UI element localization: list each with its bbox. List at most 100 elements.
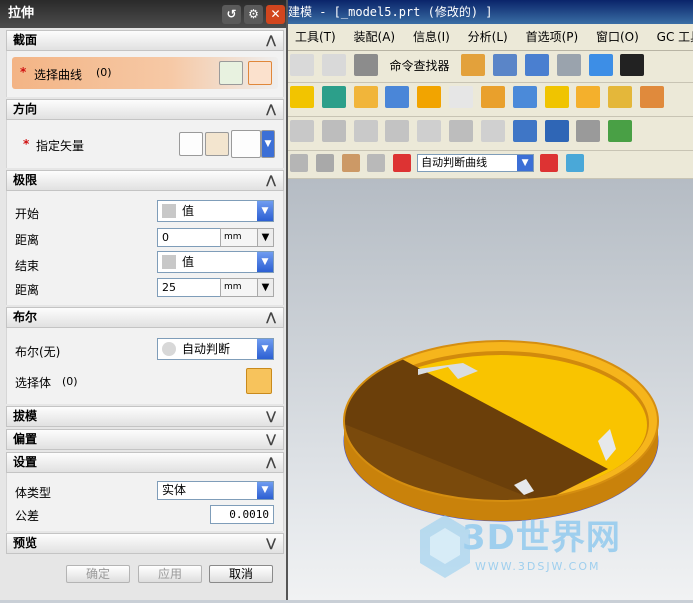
menu-preferences[interactable]: 首选项(P) xyxy=(519,24,586,50)
resize-blend-icon[interactable] xyxy=(480,120,505,142)
reset-icon[interactable]: ↺ xyxy=(222,5,241,24)
boolean-dropdown[interactable]: 自动判断 ▼ xyxy=(157,338,274,360)
preview-title: 预览 xyxy=(13,536,38,550)
section-header-offset[interactable]: 偏置 ⋁ xyxy=(6,429,284,450)
tolerance-input[interactable]: 0.0010 xyxy=(210,505,274,524)
limits-title: 极限 xyxy=(13,173,38,187)
vector-constructor-icon[interactable] xyxy=(205,132,229,156)
vector-type-icon[interactable] xyxy=(231,130,261,158)
menu-analysis[interactable]: 分析(L) xyxy=(461,24,515,50)
body-type-dropdown[interactable]: 实体 ▼ xyxy=(157,481,274,500)
add-icon[interactable] xyxy=(290,86,314,108)
section-body: * 选择曲线 (0) xyxy=(6,51,284,97)
start-type-value: 值 xyxy=(182,204,195,218)
ok-button[interactable]: 确定 xyxy=(66,565,130,583)
section-header-draft[interactable]: 拔模 ⋁ xyxy=(6,406,284,427)
required-star: * xyxy=(23,137,30,151)
gear-icon[interactable]: ⚙ xyxy=(244,5,263,24)
chevron-up-icon: ⋀ xyxy=(265,173,277,187)
move-face-icon[interactable] xyxy=(290,120,314,142)
start-type-dropdown[interactable]: 值 ▼ xyxy=(157,200,274,222)
select-filter-icon[interactable] xyxy=(290,154,308,172)
cylinder-icon[interactable] xyxy=(544,86,569,108)
point-icon[interactable] xyxy=(321,86,346,108)
auto-boolean-icon xyxy=(162,342,176,356)
render-style-icon[interactable] xyxy=(556,54,581,76)
start-distance-input[interactable]: 0 xyxy=(157,228,221,247)
intersection-icon[interactable] xyxy=(539,154,558,172)
replace-face-icon[interactable] xyxy=(385,120,410,142)
section-header-settings[interactable]: 设置 ⋀ xyxy=(6,452,284,473)
menu-window[interactable]: 窗口(O) xyxy=(589,24,646,50)
section-header-boolean[interactable]: 布尔 ⋀ xyxy=(6,307,284,328)
boolean-body: 布尔(无) 自动判断 ▼ 选择体 (0) xyxy=(6,328,284,404)
find-command-button[interactable]: 命令查找器 xyxy=(389,57,449,74)
toolbar-selection: 自动判断曲线 ▼ xyxy=(288,151,693,179)
sketch-section-icon[interactable] xyxy=(219,61,243,85)
section-header-direction[interactable]: 方向 ⋀ xyxy=(6,99,284,120)
end-type-dropdown[interactable]: 值 ▼ xyxy=(157,251,274,273)
select-body-icon[interactable] xyxy=(246,368,272,394)
extrude-dialog: 拉伸 ↺ ⚙ ✕ 截面 ⋀ * 选择曲线 (0) 方向 ⋀ * 指定矢量 ▼ 极… xyxy=(0,0,288,600)
spring-icon[interactable] xyxy=(512,120,537,142)
menu-bar: 工具(T) 装配(A) 信息(I) 分析(L) 首选项(P) 窗口(O) GC … xyxy=(288,24,693,51)
hole-icon[interactable] xyxy=(480,86,505,108)
face-icon[interactable] xyxy=(640,86,665,108)
chevron-down-icon: ⋁ xyxy=(265,536,277,550)
dialog-title: 拉伸 xyxy=(8,6,35,21)
end-options-arrow-icon[interactable]: ▼ xyxy=(257,278,274,297)
start-options-arrow-icon[interactable]: ▼ xyxy=(257,228,274,247)
shaded-cube-icon[interactable] xyxy=(588,54,613,76)
undo-icon[interactable] xyxy=(290,54,314,76)
snap-end-icon[interactable] xyxy=(367,154,386,172)
arrow-icon[interactable] xyxy=(565,154,584,172)
book-icon[interactable] xyxy=(461,54,486,76)
chevron-up-icon: ⋀ xyxy=(265,455,277,469)
spring-blue-icon[interactable] xyxy=(544,120,569,142)
select-curve-row[interactable]: * 选择曲线 (0) xyxy=(12,57,278,89)
required-star: * xyxy=(20,65,27,79)
chamfer-icon[interactable] xyxy=(608,86,633,108)
section-header-limits[interactable]: 极限 ⋀ xyxy=(6,170,284,191)
select-curve-count: (0) xyxy=(96,66,112,79)
fit-view-icon[interactable] xyxy=(524,54,549,76)
group-face-icon[interactable] xyxy=(417,120,442,142)
end-distance-input[interactable]: 25 xyxy=(157,278,221,297)
menu-tools[interactable]: 工具(T) xyxy=(288,24,343,50)
cube-icon xyxy=(162,204,176,218)
delete-face-icon[interactable] xyxy=(576,120,601,142)
block-icon[interactable] xyxy=(449,86,474,108)
apply-button[interactable]: 应用 xyxy=(138,565,202,583)
select-region-icon[interactable] xyxy=(393,154,412,172)
reverse-direction-icon[interactable] xyxy=(179,132,203,156)
app-title-bar: 建模 - [_model5.prt (修改的) ] xyxy=(288,0,693,24)
boss-icon[interactable] xyxy=(512,86,537,108)
orient-view-icon[interactable] xyxy=(620,54,645,76)
section-header-preview[interactable]: 预览 ⋁ xyxy=(6,533,284,554)
section-header-section[interactable]: 截面 ⋀ xyxy=(6,30,284,51)
curve-rule-dropdown[interactable]: 自动判断曲线 ▼ xyxy=(417,154,535,172)
close-icon[interactable]: ✕ xyxy=(266,5,285,24)
offset-region-icon[interactable] xyxy=(353,120,378,142)
revolve-icon[interactable] xyxy=(385,86,410,108)
menu-gc-toolbox[interactable]: GC 工具箱 xyxy=(650,24,693,50)
start-label: 开始 xyxy=(15,207,40,221)
gh-icon[interactable] xyxy=(449,120,474,142)
redo-icon[interactable] xyxy=(321,54,346,76)
menu-info[interactable]: 信息(I) xyxy=(406,24,457,50)
binoculars-icon[interactable] xyxy=(353,54,378,76)
pull-face-icon[interactable] xyxy=(321,120,346,142)
menu-assembly[interactable]: 装配(A) xyxy=(347,24,403,50)
select-body-icon[interactable] xyxy=(315,154,334,172)
cancel-button[interactable]: 取消 xyxy=(209,565,273,583)
snap-point-icon[interactable] xyxy=(341,154,360,172)
blend-icon[interactable] xyxy=(576,86,601,108)
specify-vector-label: 指定矢量 xyxy=(36,139,85,153)
curve-select-icon[interactable] xyxy=(248,61,272,85)
info-icon[interactable] xyxy=(493,54,518,76)
sweep-icon[interactable] xyxy=(417,86,442,108)
checkmark-icon[interactable] xyxy=(608,120,633,142)
extrude-icon[interactable] xyxy=(353,86,378,108)
chevron-down-icon[interactable]: ▼ xyxy=(261,130,275,158)
offset-title: 偏置 xyxy=(13,432,38,446)
